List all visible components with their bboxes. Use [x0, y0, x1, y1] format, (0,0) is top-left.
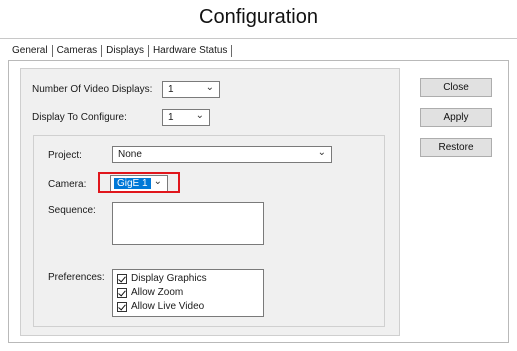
tab-hardware-status[interactable]: Hardware Status: [149, 45, 233, 57]
apply-button[interactable]: Apply: [420, 108, 492, 127]
title-divider: [0, 38, 517, 39]
pref-label: Allow Live Video: [131, 301, 205, 312]
camera-label: Camera:: [48, 179, 87, 190]
chevron-down-icon: ⌄: [205, 82, 214, 93]
restore-button[interactable]: Restore: [420, 138, 492, 157]
pref-allow-live-video[interactable]: Allow Live Video: [117, 301, 204, 312]
tab-displays[interactable]: Displays: [102, 45, 149, 57]
chevron-down-icon: ⌄: [195, 110, 204, 121]
display-to-configure-value: 1: [168, 112, 174, 123]
pref-label: Display Graphics: [131, 273, 207, 284]
tab-strip: General Cameras Displays Hardware Status: [8, 42, 233, 60]
chevron-down-icon: ⌄: [317, 147, 326, 158]
num-displays-dropdown[interactable]: 1 ⌄: [162, 81, 220, 98]
checkbox-checked-icon[interactable]: [117, 301, 127, 312]
project-value: None: [118, 149, 142, 160]
sequence-listbox[interactable]: [112, 202, 264, 245]
sequence-label: Sequence:: [48, 205, 96, 216]
checkbox-checked-icon[interactable]: [117, 287, 127, 298]
project-label: Project:: [48, 150, 82, 161]
pref-label: Allow Zoom: [131, 287, 184, 298]
project-dropdown[interactable]: None ⌄: [112, 146, 332, 163]
title-bar: Configuration: [0, 0, 517, 38]
num-displays-label: Number Of Video Displays:: [32, 84, 153, 95]
checkbox-checked-icon[interactable]: [117, 273, 127, 284]
close-button[interactable]: Close: [420, 78, 492, 97]
pref-display-graphics[interactable]: Display Graphics: [117, 273, 207, 284]
window-title: Configuration: [199, 6, 318, 28]
camera-highlight-box: [98, 172, 180, 193]
display-to-configure-label: Display To Configure:: [32, 112, 127, 123]
preferences-list: Display Graphics Allow Zoom Allow Live V…: [112, 269, 264, 317]
preferences-label: Preferences:: [48, 272, 105, 283]
tab-cameras[interactable]: Cameras: [53, 45, 103, 57]
display-to-configure-dropdown[interactable]: 1 ⌄: [162, 109, 210, 126]
num-displays-value: 1: [168, 84, 174, 95]
tab-general[interactable]: General: [8, 45, 53, 57]
pref-allow-zoom[interactable]: Allow Zoom: [117, 287, 183, 298]
